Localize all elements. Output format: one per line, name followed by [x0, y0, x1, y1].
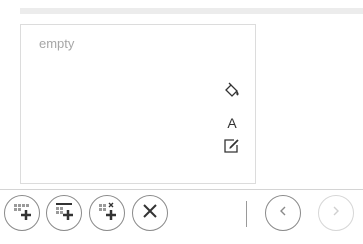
- empty-placeholder: empty: [39, 36, 75, 51]
- delete-button[interactable]: [132, 195, 168, 231]
- edit-icon: [223, 137, 241, 160]
- toolbar-divider: [0, 189, 363, 190]
- add-row-above-icon: [51, 198, 77, 229]
- add-row-above-button[interactable]: [46, 195, 82, 231]
- toolbar-separator: [246, 201, 247, 227]
- top-scroll-bar: [20, 8, 363, 14]
- font-label: A: [227, 115, 237, 131]
- insert-delete-row-icon: [94, 198, 120, 229]
- add-row-button[interactable]: [4, 195, 40, 231]
- add-row-icon: [9, 198, 35, 229]
- previous-button[interactable]: [265, 195, 301, 231]
- chevron-right-icon: [329, 204, 343, 223]
- edit-button[interactable]: [221, 137, 243, 159]
- fill-color-button[interactable]: [221, 81, 243, 103]
- next-button[interactable]: [318, 195, 354, 231]
- add-row-delete-button[interactable]: [89, 195, 125, 231]
- bottom-toolbar: [0, 195, 363, 235]
- paint-bucket-icon: [223, 81, 241, 104]
- cell-panel[interactable]: empty A: [20, 24, 256, 184]
- font-button[interactable]: A: [221, 112, 243, 134]
- close-icon: [140, 201, 160, 226]
- chevron-left-icon: [276, 204, 290, 223]
